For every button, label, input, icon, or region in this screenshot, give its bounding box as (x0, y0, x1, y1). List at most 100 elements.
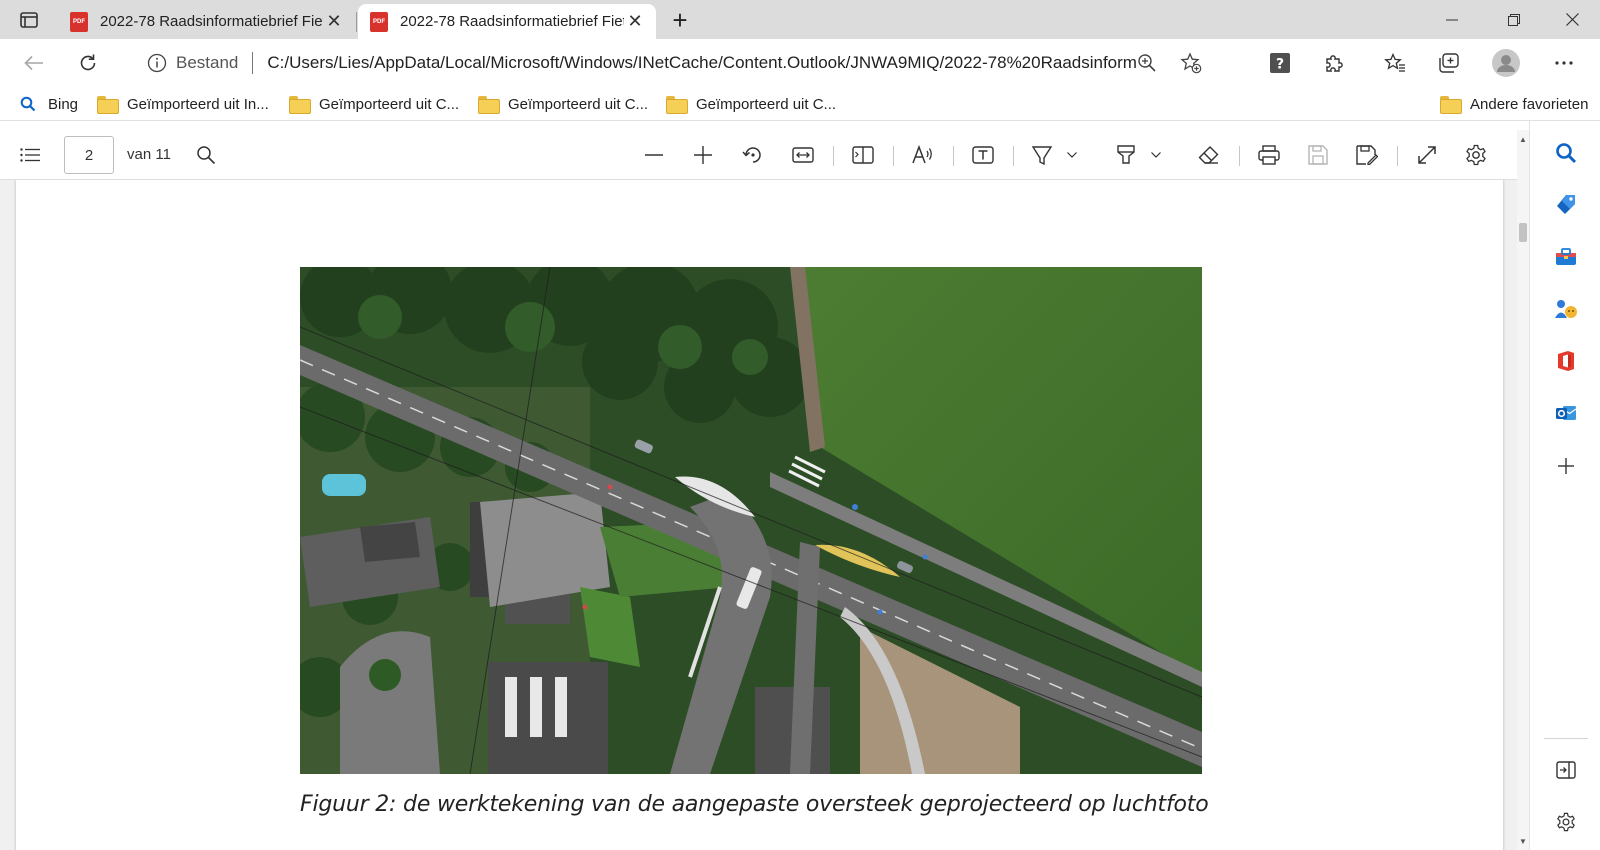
search-icon (1556, 143, 1577, 164)
page-view-button[interactable] (847, 139, 879, 171)
add-favorite-icon[interactable] (1180, 52, 1202, 74)
scroll-up-icon[interactable]: ▲ (1517, 132, 1529, 146)
hide-sidebar-button[interactable] (1548, 752, 1584, 788)
save-button[interactable] (1302, 139, 1334, 171)
toolbar-separator (1397, 146, 1398, 166)
save-as-button[interactable] (1351, 139, 1383, 171)
restore-button[interactable] (1486, 0, 1542, 39)
favorite-folder-3[interactable]: Geïmporteerd uit C... (478, 93, 648, 115)
collections-button[interactable] (1431, 45, 1467, 81)
printer-icon (1258, 145, 1280, 165)
vertical-scrollbar[interactable]: ▲ ▼ (1517, 130, 1529, 850)
find-button[interactable] (190, 139, 222, 171)
refresh-button[interactable] (70, 45, 106, 81)
sidebar-settings-button[interactable] (1548, 804, 1584, 840)
folder-icon (289, 96, 311, 114)
plus-icon (1558, 458, 1574, 474)
sidebar-add-button[interactable] (1548, 448, 1584, 484)
sidebar-outlook-button[interactable] (1548, 395, 1584, 431)
sidebar-search-button[interactable] (1548, 135, 1584, 171)
add-text-button[interactable] (967, 139, 999, 171)
profile-button[interactable] (1488, 45, 1524, 81)
draw-button[interactable] (1026, 139, 1058, 171)
toolbar-separator (833, 146, 834, 166)
toolbox-icon (1556, 248, 1576, 265)
save-icon (1308, 145, 1328, 165)
other-favorites[interactable]: Andere favorieten (1440, 93, 1588, 115)
save-as-icon (1356, 145, 1378, 165)
close-tab-button[interactable]: ✕ (323, 11, 345, 33)
url-text[interactable]: C:/Users/Lies/AppData/Local/Microsoft/Wi… (267, 53, 1137, 73)
browser-window: PDF 2022-78 Raadsinformatiebrief Fiets ✕… (0, 0, 1600, 850)
chevron-down-icon (1067, 152, 1077, 158)
table-of-contents-button[interactable] (14, 139, 46, 171)
gear-icon (1557, 812, 1575, 832)
rotate-button[interactable] (737, 139, 769, 171)
extensions-button[interactable] (1316, 45, 1352, 81)
rotate-icon (742, 147, 761, 163)
page-count: van 11 (127, 146, 171, 163)
favorite-label: Geïmporteerd uit C... (696, 95, 837, 113)
draw-pen-icon (1031, 146, 1053, 166)
zoom-in-button[interactable] (687, 139, 719, 171)
other-favorites-label: Andere favorieten (1470, 95, 1589, 113)
favorite-bing[interactable]: Bing (20, 93, 78, 115)
scroll-thumb[interactable] (1519, 223, 1527, 242)
info-icon[interactable] (146, 52, 168, 74)
games-icon (1555, 300, 1577, 318)
sidebar-games-button[interactable] (1548, 291, 1584, 327)
tab-actions-button[interactable] (10, 6, 48, 34)
close-tab-button[interactable]: ✕ (624, 11, 646, 33)
pdf-viewer[interactable]: Figuur 2: de werktekening van de aangepa… (0, 180, 1517, 850)
scroll-down-icon[interactable]: ▼ (1517, 834, 1529, 848)
refresh-icon (80, 54, 96, 71)
draw-options-dropdown[interactable] (1062, 139, 1082, 171)
tab-separator (356, 12, 357, 32)
favorites-star-icon (1384, 53, 1405, 72)
pdf-file-icon: PDF (70, 11, 88, 32)
tab-document-2[interactable]: PDF 2022-78 Raadsinformatiebrief Fiets ✕ (358, 4, 656, 39)
shopping-tag-icon (1557, 195, 1575, 214)
fullscreen-button[interactable] (1411, 139, 1443, 171)
zoom-icon[interactable] (1136, 52, 1158, 74)
help-extension-button[interactable]: ? (1262, 45, 1298, 81)
navigation-toolbar: Bestand C:/Users/Lies/AppData/Local/Micr… (0, 39, 1600, 87)
erase-button[interactable] (1193, 139, 1225, 171)
edge-sidebar (1529, 121, 1600, 850)
favorite-label: Bing (48, 95, 79, 113)
highlight-button[interactable] (1110, 139, 1142, 171)
page-number-input[interactable]: 2 (64, 136, 114, 174)
back-button[interactable] (16, 45, 52, 81)
settings-menu-button[interactable] (1546, 45, 1582, 81)
sidebar-divider (1544, 738, 1588, 739)
svg-text:?: ? (1276, 57, 1284, 73)
pdf-file-icon: PDF (370, 11, 388, 32)
tab-title: 2022-78 Raadsinformatiebrief Fiets (400, 13, 624, 30)
sidebar-tools-button[interactable] (1548, 239, 1584, 275)
favorite-folder-4[interactable]: Geïmporteerd uit C... (666, 93, 836, 115)
avatar-icon (1492, 49, 1520, 77)
aerial-photo (300, 267, 1202, 774)
favorite-folder-2[interactable]: Geïmporteerd uit C... (289, 93, 459, 115)
favorites-button[interactable] (1377, 45, 1413, 81)
close-window-button[interactable] (1544, 0, 1600, 39)
sidebar-shopping-button[interactable] (1548, 187, 1584, 223)
zoom-out-button[interactable] (638, 139, 670, 171)
new-tab-button[interactable]: + (666, 5, 694, 35)
help-icon: ? (1270, 53, 1290, 73)
fit-width-button[interactable] (787, 139, 819, 171)
address-bar[interactable]: Bestand C:/Users/Lies/AppData/Local/Micr… (124, 44, 1244, 82)
list-icon (20, 148, 40, 162)
folder-icon (1440, 96, 1462, 114)
sidebar-office-button[interactable] (1548, 343, 1584, 379)
tab-document-1[interactable]: PDF 2022-78 Raadsinformatiebrief Fiets ✕ (58, 4, 355, 39)
read-aloud-button[interactable] (907, 139, 939, 171)
favorite-folder-1[interactable]: Geïmporteerd uit In... (97, 93, 269, 115)
minimize-button[interactable] (1424, 0, 1480, 39)
highlight-options-dropdown[interactable] (1146, 139, 1166, 171)
tab-title: 2022-78 Raadsinformatiebrief Fiets (100, 13, 323, 30)
pdf-settings-button[interactable] (1460, 139, 1492, 171)
minus-icon (645, 154, 663, 156)
toolbar-separator (1013, 146, 1014, 166)
print-button[interactable] (1253, 139, 1285, 171)
